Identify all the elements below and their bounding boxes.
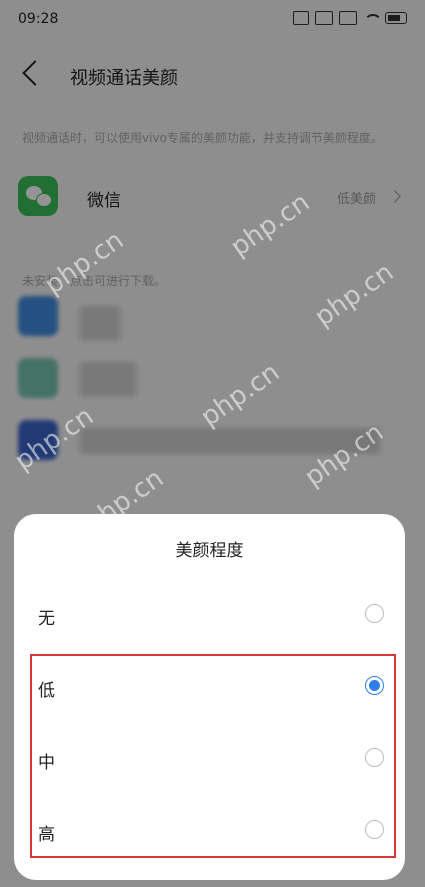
- sheet-title: 美颜程度: [175, 541, 244, 561]
- option-none[interactable]: 无: [14, 582, 405, 652]
- radio-button[interactable]: [365, 604, 384, 623]
- option-label: 无: [38, 609, 55, 629]
- highlight-box: [30, 654, 396, 858]
